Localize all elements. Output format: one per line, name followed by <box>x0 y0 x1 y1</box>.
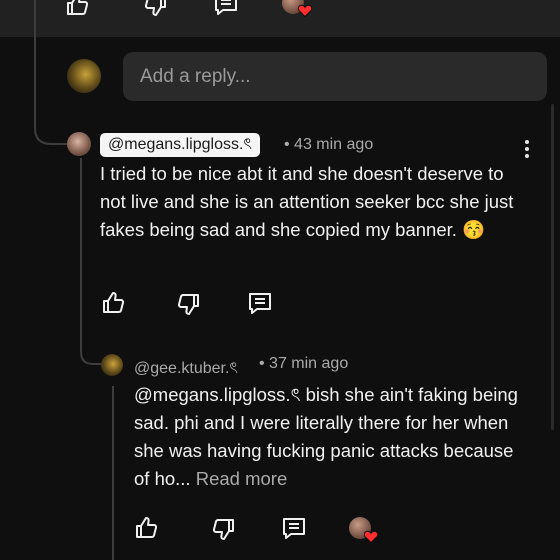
thumbs-up-icon[interactable] <box>100 290 126 316</box>
thread-connector <box>34 104 70 145</box>
comment-author[interactable]: @megans.lipgloss.ৎ <box>100 133 260 157</box>
read-more-link[interactable]: Read more <box>196 468 288 489</box>
thumbs-up-icon[interactable] <box>64 0 90 18</box>
reply-connector <box>80 344 102 365</box>
previous-comment-action-bar <box>0 0 560 37</box>
comment-timestamp: • 43 min ago <box>284 136 374 153</box>
comment-icon[interactable] <box>213 0 239 18</box>
thumbs-up-icon[interactable] <box>133 515 159 541</box>
user-avatar <box>67 59 101 93</box>
emoji: 😚 <box>462 219 486 240</box>
heart-icon <box>298 4 312 17</box>
thumbs-down-icon[interactable] <box>211 516 237 542</box>
reply-input[interactable]: Add a reply... <box>123 52 547 101</box>
reply-timestamp: • 37 min ago <box>259 355 349 372</box>
thumbs-down-icon[interactable] <box>143 0 169 18</box>
nested-thread-line <box>112 386 114 560</box>
comment-more-menu-icon[interactable] <box>524 140 530 161</box>
reply-body: @megans.lipgloss.ৎ bish she ain't faking… <box>134 384 518 489</box>
heart-icon <box>364 530 378 543</box>
thread-line <box>34 0 36 108</box>
replier-avatar[interactable] <box>101 354 123 376</box>
commenter-avatar[interactable] <box>67 132 91 156</box>
comment-icon[interactable] <box>281 516 307 542</box>
reply-author[interactable]: @gee.ktuber.ৎ <box>134 355 238 382</box>
thumbs-down-icon[interactable] <box>176 291 202 317</box>
comment-icon[interactable] <box>247 291 273 317</box>
reply-thread-line <box>80 158 82 348</box>
comment-body: I tried to be nice abt it and she doesn'… <box>100 163 514 240</box>
scrollbar[interactable] <box>551 104 554 430</box>
